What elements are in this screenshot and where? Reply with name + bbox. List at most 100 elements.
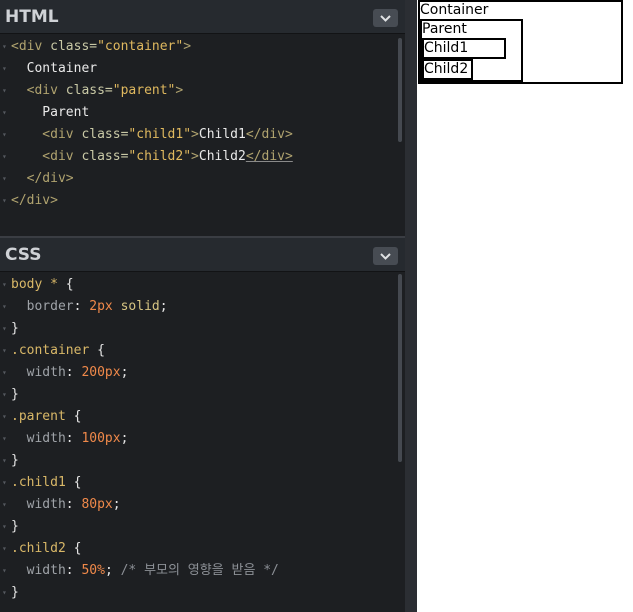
code-token: } xyxy=(11,519,19,534)
code-token: Child1 xyxy=(198,127,246,142)
css-code-text: } xyxy=(11,450,19,472)
css-code-text: } xyxy=(11,384,19,406)
code-token: </div> xyxy=(245,127,293,142)
code-token: width xyxy=(11,431,66,446)
code-token: Child2 xyxy=(198,149,246,164)
html-code-line[interactable]: ▾ <div class="parent"> xyxy=(0,80,395,102)
preview-child2-box: Child2 xyxy=(422,59,473,80)
css-code-editor[interactable]: ▾ body * {▾ border: 2px solid; ▾} ▾ .contain… xyxy=(0,274,395,604)
fold-triangle-icon: ▾ xyxy=(2,174,7,183)
code-token: > xyxy=(175,83,184,98)
html-code-line[interactable]: ▾ Parent xyxy=(0,102,395,124)
fold-triangle-icon[interactable]: ▾ xyxy=(2,274,7,296)
fold-triangle-icon: ▾ xyxy=(2,64,7,73)
html-code-line[interactable]: ▾ </div> xyxy=(0,190,395,212)
code-token: 50% xyxy=(81,563,105,578)
css-code-line[interactable]: ▾ .child1 { xyxy=(0,472,395,494)
css-code-line[interactable]: ▾ .child2 { xyxy=(0,538,395,560)
html-code-editor[interactable]: ▾ <div class="container"> ▾ Container ▾ <di… xyxy=(0,36,395,212)
html-code-line[interactable]: ▾ Container xyxy=(0,58,395,80)
fold-triangle-icon: ▾ xyxy=(2,390,7,399)
css-panel: CSS ▾ body * {▾ border: 2px solid; ▾} ▾ .con… xyxy=(0,238,405,612)
code-token: solid xyxy=(112,299,160,314)
css-code-text: .child1 { xyxy=(11,472,81,494)
code-token: <div xyxy=(11,83,66,98)
fold-triangle-icon: ▾ xyxy=(2,500,7,509)
html-panel-header: HTML xyxy=(0,0,405,34)
fold-triangle-icon: ▾ xyxy=(2,566,7,575)
fold-triangle-icon: ▾ xyxy=(2,108,7,117)
css-code-line[interactable]: ▾} xyxy=(0,516,395,538)
fold-triangle-icon[interactable]: ▾ xyxy=(2,406,7,428)
html-code-text: Container xyxy=(11,58,97,80)
html-code-line[interactable]: ▾ <div class="container"> xyxy=(0,36,395,58)
code-token: > xyxy=(191,149,199,164)
css-code-line[interactable]: ▾ width: 50%; /* 부모의 영향을 받음 */ xyxy=(0,560,395,582)
fold-triangle-icon: ▾ xyxy=(2,588,7,597)
css-code-line[interactable]: ▾} xyxy=(0,450,395,472)
fold-triangle-icon: ▾ xyxy=(2,434,7,443)
chevron-down-icon xyxy=(380,252,391,260)
html-scrollbar[interactable] xyxy=(398,38,402,142)
code-token: ; xyxy=(159,299,168,314)
css-collapse-button[interactable] xyxy=(373,247,398,265)
fold-triangle-icon[interactable]: ▾ xyxy=(2,36,7,58)
code-token: .parent xyxy=(11,409,74,424)
fold-triangle-icon: ▾ xyxy=(2,302,7,311)
css-code-line[interactable]: ▾} xyxy=(0,384,395,406)
fold-triangle-icon[interactable]: ▾ xyxy=(2,80,7,102)
css-code-text: body * { xyxy=(11,274,74,296)
code-token: } xyxy=(11,321,19,336)
css-code-line[interactable]: ▾ .parent { xyxy=(0,406,395,428)
code-token: { xyxy=(73,409,82,424)
html-code-line[interactable]: ▾ <div class="child1">Child1</div> xyxy=(0,124,395,146)
code-token: class= xyxy=(81,149,129,164)
editor-column: HTML ▾ <div class="container"> ▾ Container… xyxy=(0,0,405,612)
code-token: 2px xyxy=(89,299,113,314)
css-code-text: width: 80px; xyxy=(11,494,121,516)
css-code-line[interactable]: ▾ border: 2px solid; xyxy=(0,296,395,318)
code-token: </div> xyxy=(11,193,58,208)
css-code-line[interactable]: ▾ width: 80px; xyxy=(0,494,395,516)
code-token: } xyxy=(11,453,19,468)
chevron-down-icon xyxy=(380,14,391,22)
css-code-line[interactable]: ▾} xyxy=(0,582,395,604)
fold-triangle-icon: ▾ xyxy=(2,324,7,333)
code-token: "parent" xyxy=(112,83,176,98)
css-panel-title: CSS xyxy=(5,245,42,265)
css-code-text: width: 50%; /* 부모의 영향을 받음 */ xyxy=(11,560,279,582)
css-code-line[interactable]: ▾ width: 200px; xyxy=(0,362,395,384)
code-token: } xyxy=(11,585,19,600)
code-token: width xyxy=(11,365,66,380)
code-token: > xyxy=(183,39,192,54)
fold-triangle-icon[interactable]: ▾ xyxy=(2,538,7,560)
code-token: : xyxy=(73,299,90,314)
code-token: border xyxy=(11,299,74,314)
css-code-line[interactable]: ▾ body * { xyxy=(0,274,395,296)
fold-triangle-icon: ▾ xyxy=(2,130,7,139)
preview-gutter[interactable] xyxy=(405,0,417,612)
code-token: body * xyxy=(11,277,66,292)
html-panel-title: HTML xyxy=(5,7,59,27)
fold-triangle-icon[interactable]: ▾ xyxy=(2,340,7,362)
html-code-text: <div class="child2">Child2</div> xyxy=(11,146,293,168)
code-token: </div> xyxy=(11,171,74,186)
code-token: ; xyxy=(112,497,121,512)
html-code-line[interactable]: ▾ <div class="child2">Child2</div> xyxy=(0,146,395,168)
css-code-line[interactable]: ▾ width: 100px; xyxy=(0,428,395,450)
html-code-line[interactable]: ▾ </div> xyxy=(0,168,395,190)
css-code-text: } xyxy=(11,318,19,340)
code-token: <div xyxy=(11,127,82,142)
preview-container-text: Container xyxy=(420,2,489,18)
css-scrollbar[interactable] xyxy=(398,274,402,462)
code-token: 100px xyxy=(81,431,121,446)
fold-triangle-icon[interactable]: ▾ xyxy=(2,472,7,494)
html-code-text: <div class="parent"> xyxy=(11,80,184,102)
html-collapse-button[interactable] xyxy=(373,9,398,27)
css-code-line[interactable]: ▾} xyxy=(0,318,395,340)
css-code-line[interactable]: ▾ .container { xyxy=(0,340,395,362)
css-code-text: } xyxy=(11,516,19,538)
css-code-text: width: 100px; xyxy=(11,428,129,450)
code-token: ; xyxy=(104,563,121,578)
code-token: .child1 xyxy=(11,475,74,490)
